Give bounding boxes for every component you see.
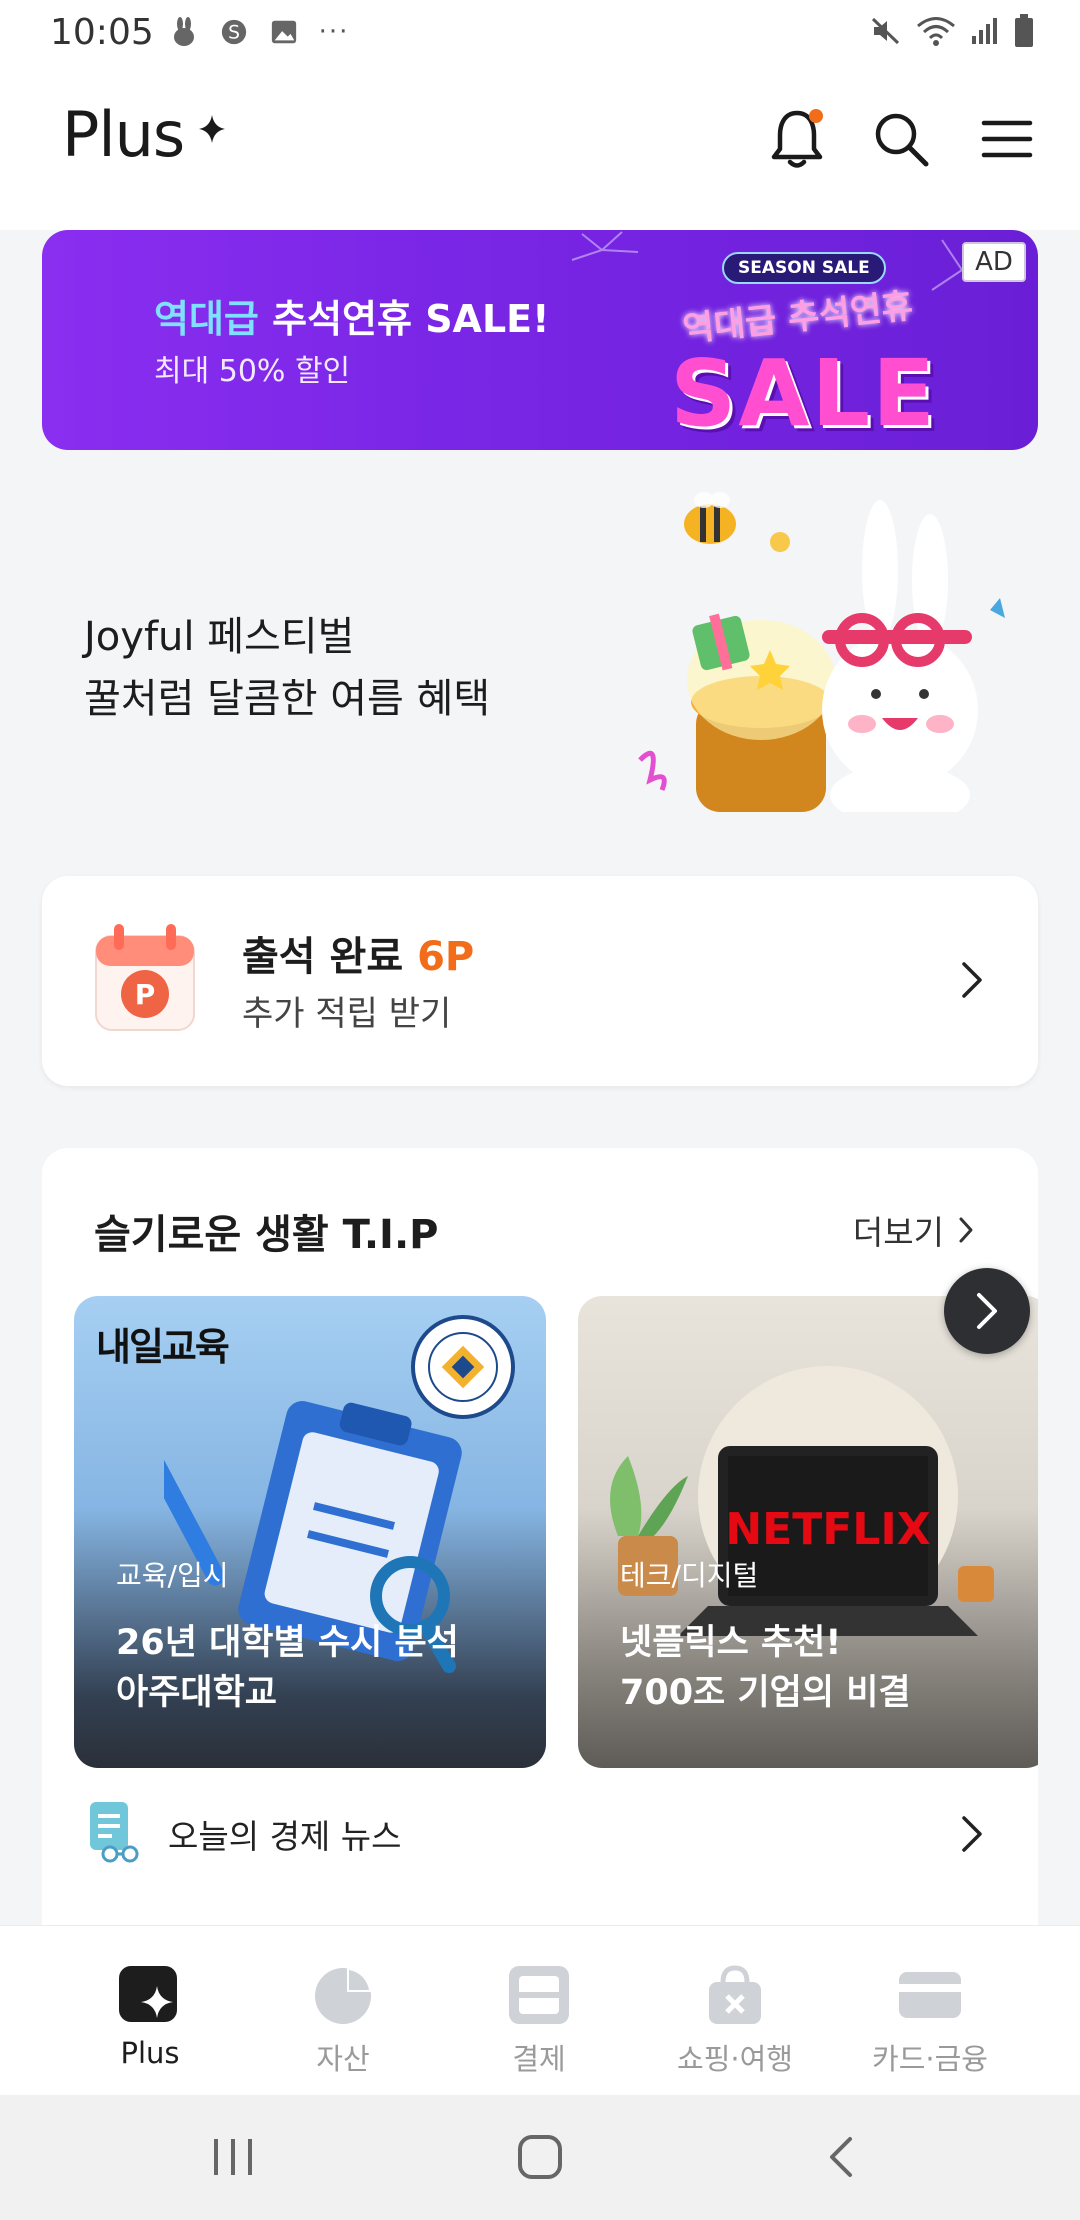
tip-brand-logo: 내일교육 [96, 1325, 230, 1369]
nav-label: 카드·금융 [872, 2042, 988, 2076]
bell-icon [771, 109, 823, 168]
tips-title: 슬기로운 생활 T.I.P [94, 1212, 439, 1258]
main-content: 역대급 추석연휴 SALE! 최대 50% 할인 SEASON SALE 역대급… [0, 230, 1080, 1925]
rabbit-icon [170, 16, 198, 48]
checkin-title: 출석 완료 6P [242, 934, 475, 980]
checkin-points: 6P [417, 934, 475, 980]
image-icon [270, 16, 298, 48]
sparkle-icon [198, 114, 226, 148]
scan-icon [509, 1966, 569, 2024]
nav-label: 결제 [512, 2042, 566, 2076]
pie-chart-icon [315, 1966, 373, 2024]
s-icon: S [220, 16, 248, 48]
tip-headline-2: 아주대학교 [116, 1673, 278, 1713]
svg-text:P: P [135, 978, 156, 1011]
nav-label: Plus [120, 2036, 180, 2070]
news-label: 오늘의 경제 뉴스 [168, 1817, 402, 1856]
tip-headline: 넷플릭스 추천! [620, 1623, 842, 1663]
home-icon [518, 2135, 562, 2179]
netflix-logo: NETFLIX [725, 1504, 930, 1555]
ad-title: 역대급 추석연휴 SALE! [154, 297, 550, 341]
nav-item-assets[interactable]: 자산 [243, 1964, 443, 2078]
tips-section: 슬기로운 생활 T.I.P 더보기 내일교육 교육/입시 26년 대학별 수시 … [42, 1148, 1038, 1925]
carousel-next-button[interactable] [944, 1268, 1030, 1354]
tips-more-link[interactable]: 더보기 [853, 1206, 974, 1254]
checkin-card[interactable]: P 출석 완료 6P 추가 적립 받기 [42, 876, 1038, 1086]
recent-apps-button[interactable] [210, 2135, 256, 2183]
ad-badge: AD [962, 242, 1026, 282]
ad-subtitle: 최대 50% 할인 [154, 354, 351, 389]
nav-item-plus[interactable]: Plus [50, 1964, 250, 2070]
news-row[interactable]: 오늘의 경제 뉴스 [42, 1786, 1038, 1886]
chevron-right-icon [959, 1217, 973, 1243]
wifi-icon [916, 15, 956, 51]
search-button[interactable] [864, 102, 938, 176]
signal-icon [970, 16, 1000, 50]
status-icons-right [870, 14, 1034, 52]
system-navigation-bar [0, 2095, 1080, 2220]
nav-item-card-finance[interactable]: 카드·금융 [830, 1964, 1030, 2078]
news-document-icon [86, 1800, 146, 1868]
credit-card-icon [899, 1972, 961, 2018]
tips-more-label: 더보기 [852, 1213, 944, 1252]
app-logo: Plus [62, 98, 185, 171]
status-bar: 10:05 S ··· [0, 0, 1080, 70]
festival-line-2: 꿀처럼 달콤한 여름 혜택 [84, 676, 491, 722]
plus-sparkle-icon [119, 1966, 177, 2022]
tip-card-education[interactable]: 내일교육 교육/입시 26년 대학별 수시 분석 아주대학교 [74, 1296, 546, 1768]
app-header: Plus [0, 70, 1080, 230]
recent-apps-icon [214, 2139, 252, 2175]
shopping-bag-icon [709, 1965, 761, 2024]
calendar-point-icon: P [94, 922, 196, 1034]
battery-icon [1014, 14, 1034, 52]
status-icons-left: S ··· [170, 16, 348, 48]
festival-line-1: Joyful 페스티벌 [84, 614, 355, 660]
tip-card-tech[interactable]: NETFLIX 테크/디지털 넷플릭스 추천! 700조 기업의 비결 [578, 1296, 1038, 1768]
tip-category: 교육/입시 [116, 1559, 229, 1592]
back-button[interactable] [826, 2133, 856, 2185]
bottom-navigation: Plus 자산 결제 쇼핑·여행 카드·금융 [0, 1925, 1080, 2095]
nav-item-payment[interactable]: 결제 [439, 1964, 639, 2078]
nav-item-shopping[interactable]: 쇼핑·여행 [635, 1964, 835, 2078]
tip-category: 테크/디지털 [620, 1559, 759, 1592]
svg-text:S: S [228, 23, 240, 44]
menu-button[interactable] [970, 102, 1044, 176]
status-time: 10:05 [50, 12, 154, 53]
mute-icon [870, 15, 902, 51]
search-icon [875, 113, 929, 167]
home-button[interactable] [516, 2133, 564, 2185]
chevron-right-icon [960, 1814, 984, 1858]
ad-banner[interactable]: 역대급 추석연휴 SALE! 최대 50% 할인 SEASON SALE 역대급… [42, 230, 1038, 450]
ad-season-label: SEASON SALE [722, 252, 886, 284]
hamburger-icon [981, 120, 1033, 158]
notification-button[interactable] [760, 102, 834, 176]
checkin-subtitle: 추가 적립 받기 [242, 994, 452, 1034]
nav-label: 쇼핑·여행 [677, 2042, 793, 2076]
back-icon [830, 2137, 852, 2177]
more-dots-icon: ··· [318, 17, 350, 47]
tip-headline-2: 700조 기업의 비결 [620, 1673, 911, 1713]
ad-art-sale-text: SALE [670, 340, 937, 447]
tip-headline: 26년 대학별 수시 분석 [116, 1623, 459, 1663]
nav-label: 자산 [316, 2042, 370, 2076]
notification-dot [809, 109, 823, 123]
chevron-right-icon [977, 1293, 997, 1329]
chevron-right-icon [960, 960, 984, 1004]
